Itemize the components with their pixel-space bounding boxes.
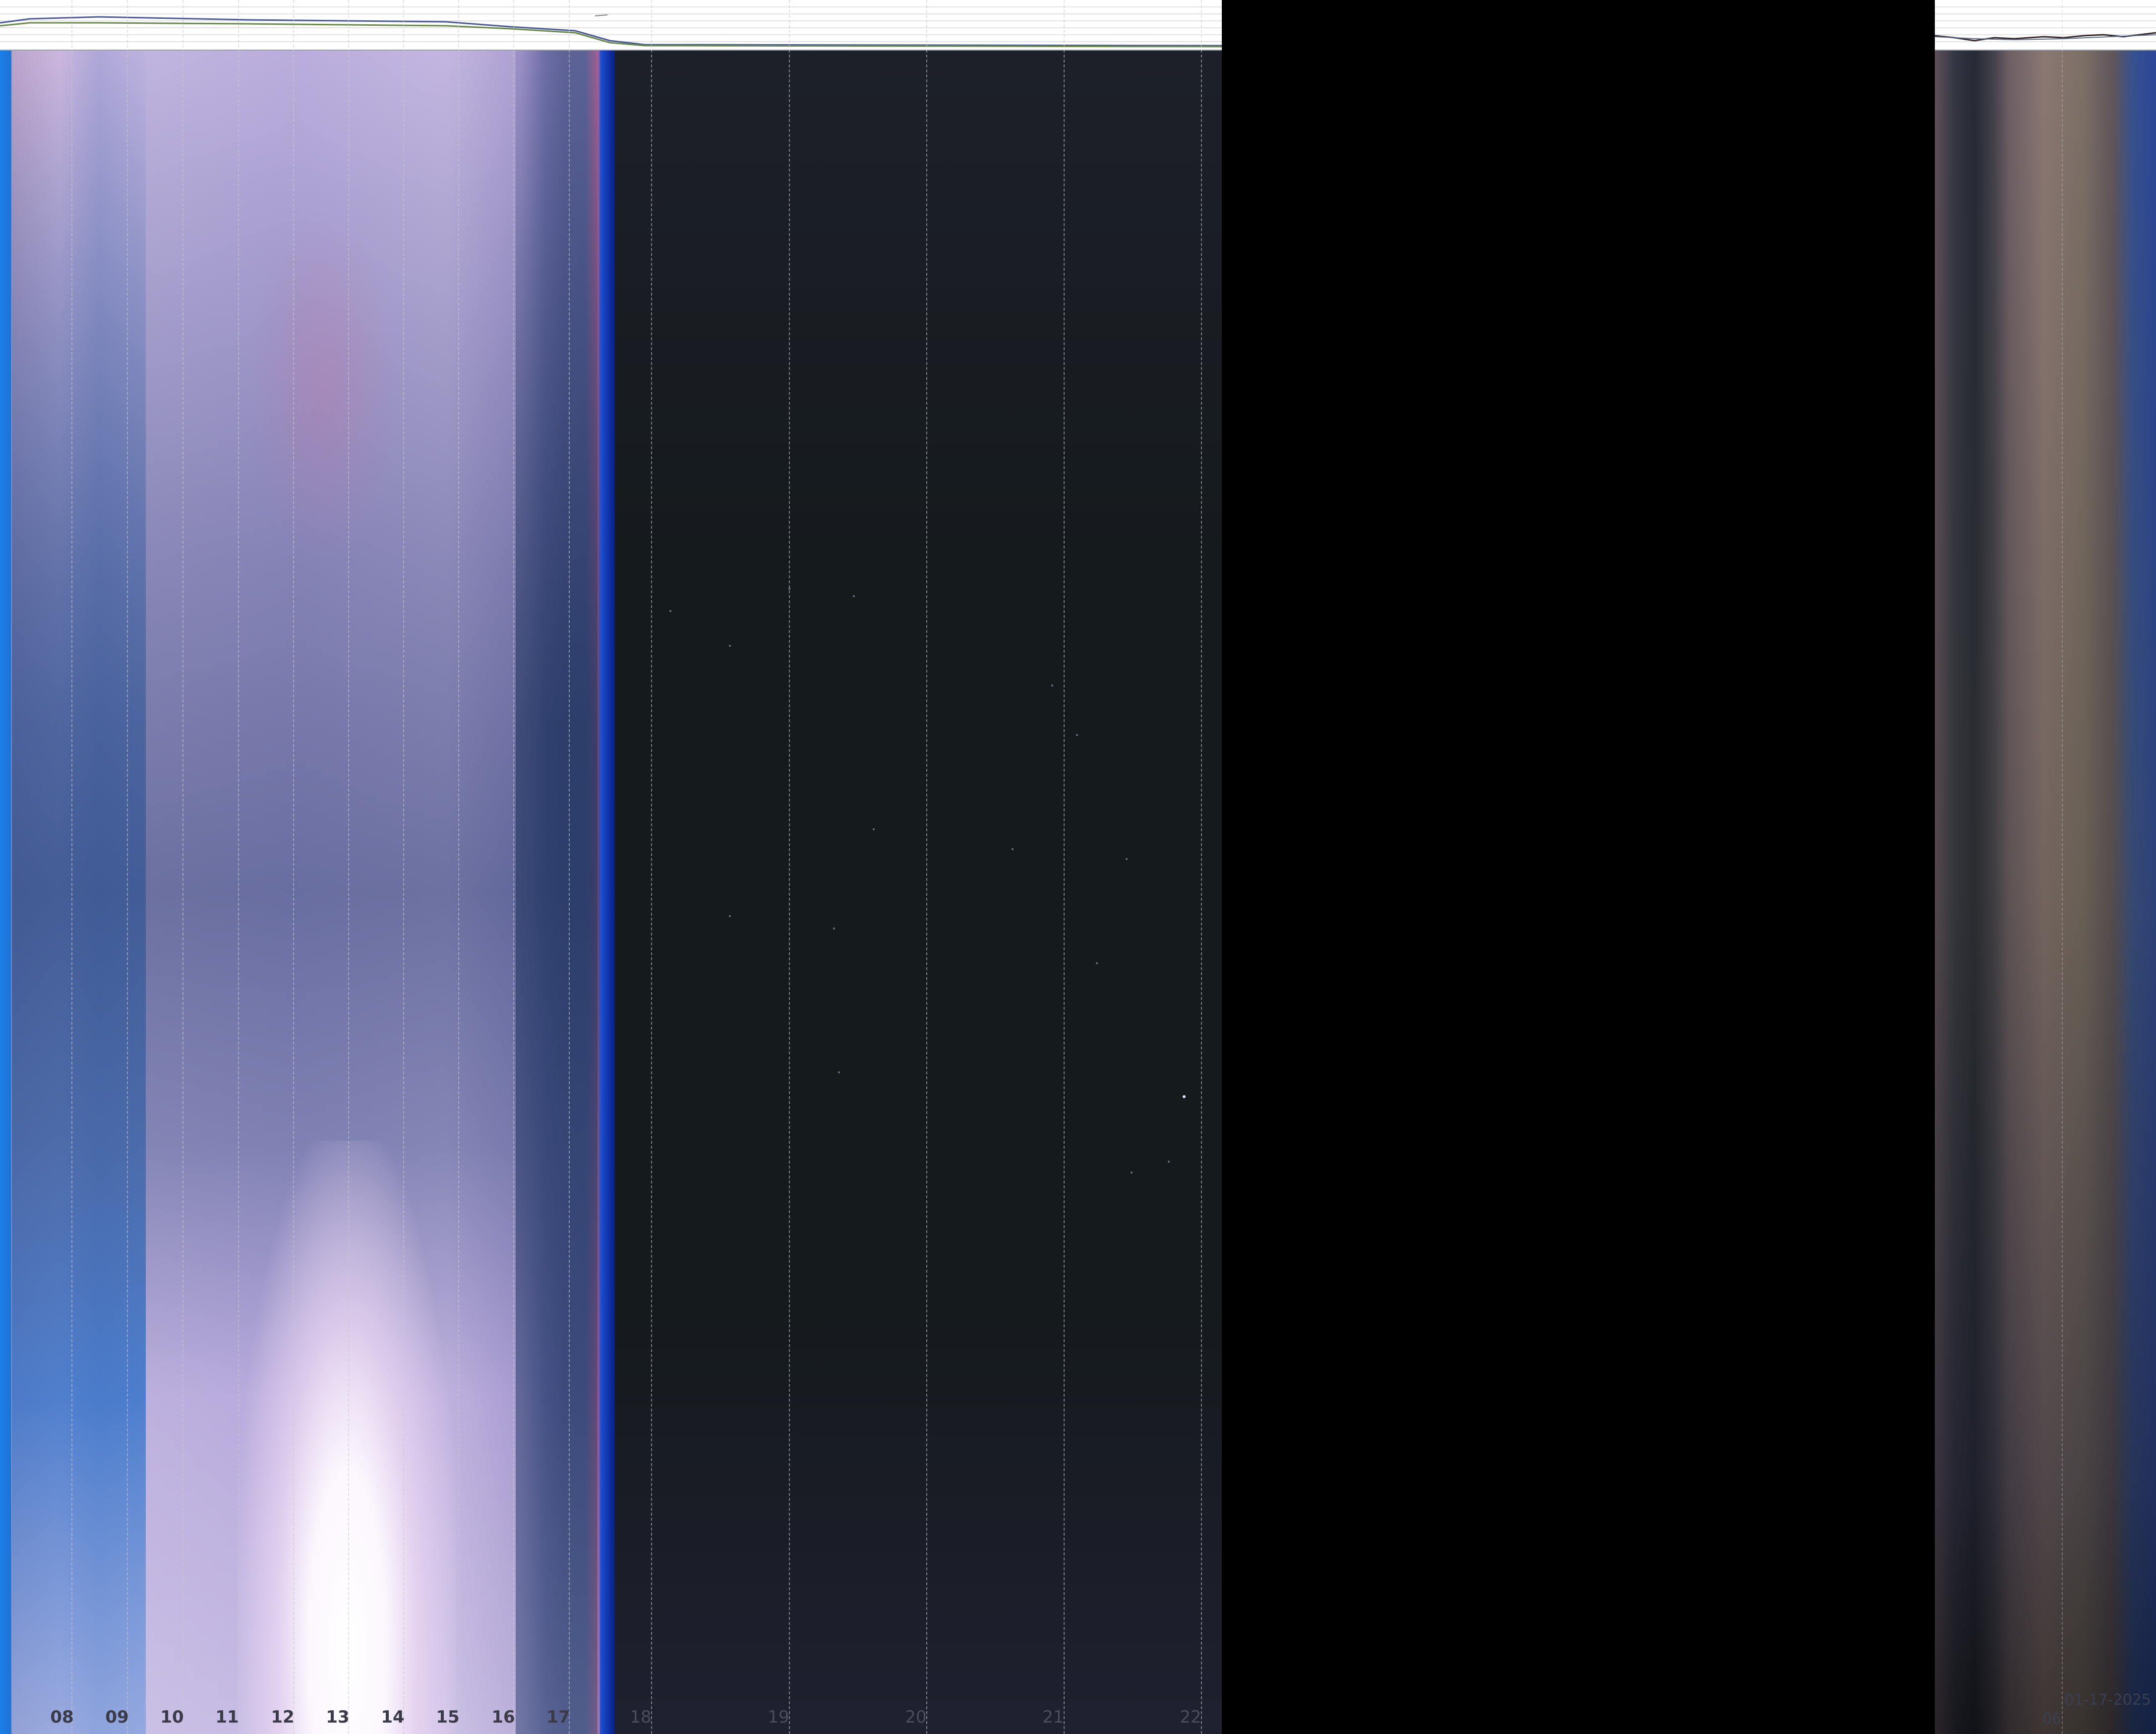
hour-label: 09 [105, 1707, 129, 1727]
star [729, 915, 731, 917]
star [1126, 858, 1128, 860]
keogram-dawn-shade [1935, 50, 2156, 1734]
star [1096, 962, 1098, 964]
star [1051, 684, 1053, 686]
sun-flare [248, 208, 397, 565]
star [729, 645, 731, 647]
star [838, 1071, 840, 1073]
hour-label: 21 [1042, 1707, 1064, 1727]
keogram-dawn-panel [1935, 50, 2156, 1734]
hour-label: 16 [491, 1707, 515, 1727]
star [833, 928, 835, 929]
keogram-dusk-band [516, 50, 598, 1734]
star [1183, 1095, 1186, 1098]
star [853, 595, 855, 597]
hour-label: 06 [2042, 1710, 2062, 1728]
hour-label: 20 [905, 1707, 927, 1727]
hour-label: 10 [160, 1707, 184, 1727]
hour-label: 11 [215, 1707, 239, 1727]
no-data-gap [1222, 0, 1935, 1734]
hour-label: 13 [326, 1707, 350, 1727]
star [1076, 734, 1078, 736]
hour-label: 22 [1180, 1707, 1201, 1727]
hour-label: 18 [630, 1707, 652, 1727]
star [1131, 1172, 1133, 1174]
star [1168, 1161, 1170, 1163]
hour-label: 12 [271, 1707, 295, 1727]
date-label: 01-17-2025 [2064, 1691, 2151, 1709]
sensor-trace-chart-dawn [1935, 6, 2156, 42]
night-sky-region [615, 50, 1222, 1734]
hour-label: 19 [768, 1707, 789, 1727]
star [669, 610, 671, 612]
hour-label: 14 [381, 1707, 405, 1727]
hour-label: 08 [50, 1707, 74, 1727]
star [1012, 848, 1014, 850]
hour-label: 15 [436, 1707, 460, 1727]
star [873, 828, 875, 830]
sun-glare [238, 1141, 456, 1734]
hour-label: 17 [546, 1707, 570, 1727]
sensor-trace-strip-dawn [1935, 0, 2156, 51]
